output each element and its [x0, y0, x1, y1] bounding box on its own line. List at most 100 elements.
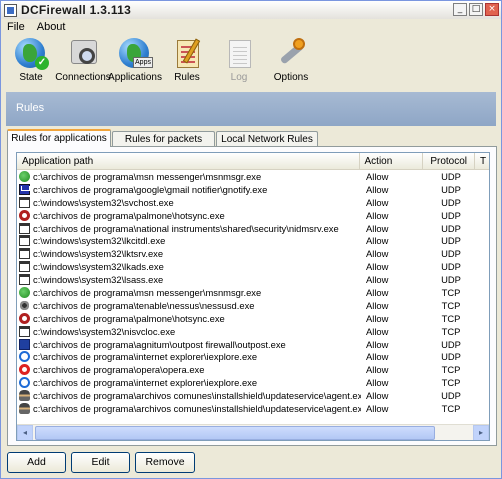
msn-app-icon	[19, 286, 30, 298]
add-button[interactable]: Add	[7, 452, 66, 473]
cell-action: Allow	[366, 377, 389, 389]
cell-application-path: c:\windows\system32\lktsrv.exe	[17, 248, 361, 260]
cell-protocol: UDP	[441, 209, 461, 221]
rules-document-icon	[169, 36, 205, 70]
cell-action: Allow	[366, 364, 389, 376]
table-row[interactable]: c:\archivos de programa\national instrum…	[17, 222, 489, 235]
window-app-icon	[19, 325, 30, 337]
toolbar-state-button[interactable]: ✓ State	[5, 34, 57, 90]
application-path-text: c:\archivos de programa\google\gmail not…	[33, 183, 268, 195]
column-header-protocol[interactable]: Protocol	[423, 153, 476, 169]
title-bar[interactable]: DCFirewall 1.3.113 _ □ ×	[1, 1, 501, 19]
table-row[interactable]: c:\archivos de programa\palmone\hotsync.…	[17, 312, 489, 325]
application-path-text: c:\archivos de programa\archivos comunes…	[33, 390, 361, 402]
rules-list[interactable]: Application path Action Protocol T c:\ar…	[16, 152, 490, 441]
table-row[interactable]: c:\archivos de programa\internet explore…	[17, 350, 489, 363]
tab-rules-for-applications[interactable]: Rules for applications	[7, 129, 111, 147]
wrench-icon	[273, 36, 309, 70]
nessus-app-icon	[19, 299, 30, 311]
window-app-icon	[19, 235, 30, 247]
cell-protocol: UDP	[441, 261, 461, 273]
cell-application-path: c:\archivos de programa\palmone\hotsync.…	[17, 209, 361, 221]
tab-rules-for-packets[interactable]: Rules for packets	[112, 131, 215, 147]
toolbar-rules-button[interactable]: Rules	[161, 34, 213, 90]
column-header-path[interactable]: Application path	[17, 153, 360, 169]
application-path-text: c:\archivos de programa\internet explore…	[33, 351, 258, 363]
cell-action: Allow	[366, 390, 389, 402]
tab-local-network-rules[interactable]: Local Network Rules	[216, 131, 318, 147]
table-row[interactable]: c:\archivos de programa\msn messenger\ms…	[17, 286, 489, 299]
cell-application-path: c:\archivos de programa\palmone\hotsync.…	[17, 312, 361, 324]
connections-magnifier-icon	[65, 36, 101, 70]
scroll-left-button[interactable]: ◂	[17, 424, 33, 440]
column-header-action[interactable]: Action	[360, 153, 424, 169]
application-path-text: c:\archivos de programa\palmone\hotsync.…	[33, 209, 225, 221]
cell-application-path: c:\archivos de programa\msn messenger\ms…	[17, 170, 361, 182]
cell-application-path: c:\archivos de programa\msn messenger\ms…	[17, 286, 361, 298]
table-row[interactable]: c:\archivos de programa\palmone\hotsync.…	[17, 209, 489, 222]
opera-app-icon	[19, 364, 30, 376]
application-path-text: c:\windows\system32\lktsrv.exe	[33, 248, 164, 260]
cell-action: Allow	[366, 183, 389, 195]
scroll-track[interactable]	[33, 425, 473, 441]
cell-protocol: UDP	[441, 338, 461, 350]
msn-app-icon	[19, 170, 30, 182]
table-row[interactable]: c:\windows\system32\lkads.exe Allow UDP	[17, 260, 489, 273]
application-path-text: c:\windows\system32\lsass.exe	[33, 274, 164, 286]
cell-application-path: c:\archivos de programa\internet explore…	[17, 377, 361, 389]
application-path-text: c:\archivos de programa\tenable\nessus\n…	[33, 299, 255, 311]
remove-button[interactable]: Remove	[135, 452, 195, 473]
toolbar-connections-label: Connections	[55, 72, 111, 83]
menu-file[interactable]: File	[1, 21, 31, 33]
scroll-thumb[interactable]	[35, 425, 435, 440]
table-row[interactable]: c:\archivos de programa\internet explore…	[17, 376, 489, 389]
application-path-text: c:\archivos de programa\msn messenger\ms…	[33, 170, 262, 182]
cell-application-path: c:\archivos de programa\agnitum\outpost …	[17, 338, 361, 350]
table-row[interactable]: c:\archivos de programa\google\gmail not…	[17, 183, 489, 196]
table-row[interactable]: c:\windows\system32\lkcitdl.exe Allow UDP	[17, 234, 489, 247]
cell-action: Allow	[366, 261, 389, 273]
window-app-icon	[19, 222, 30, 234]
horizontal-scrollbar[interactable]: ◂ ▸	[17, 424, 489, 440]
section-title: Rules	[16, 102, 45, 114]
cell-action: Allow	[366, 402, 389, 414]
table-row[interactable]: c:\archivos de programa\msn messenger\ms…	[17, 170, 489, 183]
toolbar-applications-label: Applications	[108, 72, 162, 83]
toolbar-connections-button[interactable]: Connections	[55, 34, 111, 90]
cell-protocol: TCP	[441, 325, 461, 337]
menu-bar: File About	[1, 19, 501, 34]
outpost-app-icon	[19, 338, 30, 350]
cell-action: Allow	[366, 170, 389, 182]
palm-app-icon	[19, 312, 30, 324]
table-row[interactable]: c:\archivos de programa\archivos comunes…	[17, 402, 489, 415]
table-row[interactable]: c:\archivos de programa\opera\opera.exe A…	[17, 363, 489, 376]
edit-button[interactable]: Edit	[71, 452, 130, 473]
cell-protocol: UDP	[441, 248, 461, 260]
toolbar-log-button[interactable]: Log	[213, 34, 265, 90]
close-button[interactable]: ×	[485, 3, 499, 16]
scroll-right-button[interactable]: ▸	[473, 424, 489, 440]
window-app-icon	[19, 196, 30, 208]
toolbar-options-button[interactable]: Options	[265, 34, 317, 90]
table-row[interactable]: c:\windows\system32\lktsrv.exe Allow UDP	[17, 247, 489, 260]
table-row[interactable]: c:\windows\system32\nisvcloc.exe Allow TCP	[17, 325, 489, 338]
log-document-icon	[221, 36, 257, 70]
table-row[interactable]: c:\archivos de programa\agnitum\outpost …	[17, 338, 489, 351]
cell-protocol: TCP	[441, 286, 461, 298]
menu-about[interactable]: About	[31, 21, 72, 33]
cell-application-path: c:\archivos de programa\archivos comunes…	[17, 390, 361, 402]
table-row[interactable]: c:\archivos de programa\archivos comunes…	[17, 389, 489, 402]
toolbar-options-label: Options	[273, 72, 309, 83]
table-row[interactable]: c:\windows\system32\svchost.exe Allow UDP	[17, 196, 489, 209]
cell-protocol: UDP	[441, 351, 461, 363]
column-header-extra[interactable]: T	[475, 153, 489, 169]
application-path-text: c:\windows\system32\svchost.exe	[33, 196, 174, 208]
table-row[interactable]: c:\archivos de programa\tenable\nessus\n…	[17, 299, 489, 312]
application-path-text: c:\windows\system32\lkcitdl.exe	[33, 235, 166, 247]
agent-app-icon	[19, 402, 30, 414]
toolbar-applications-button[interactable]: Apps Applications	[108, 34, 162, 90]
maximize-button[interactable]: □	[469, 3, 483, 16]
minimize-button[interactable]: _	[453, 3, 467, 16]
table-row[interactable]: c:\windows\system32\lsass.exe Allow UDP	[17, 273, 489, 286]
window-controls: _ □ ×	[453, 3, 499, 16]
